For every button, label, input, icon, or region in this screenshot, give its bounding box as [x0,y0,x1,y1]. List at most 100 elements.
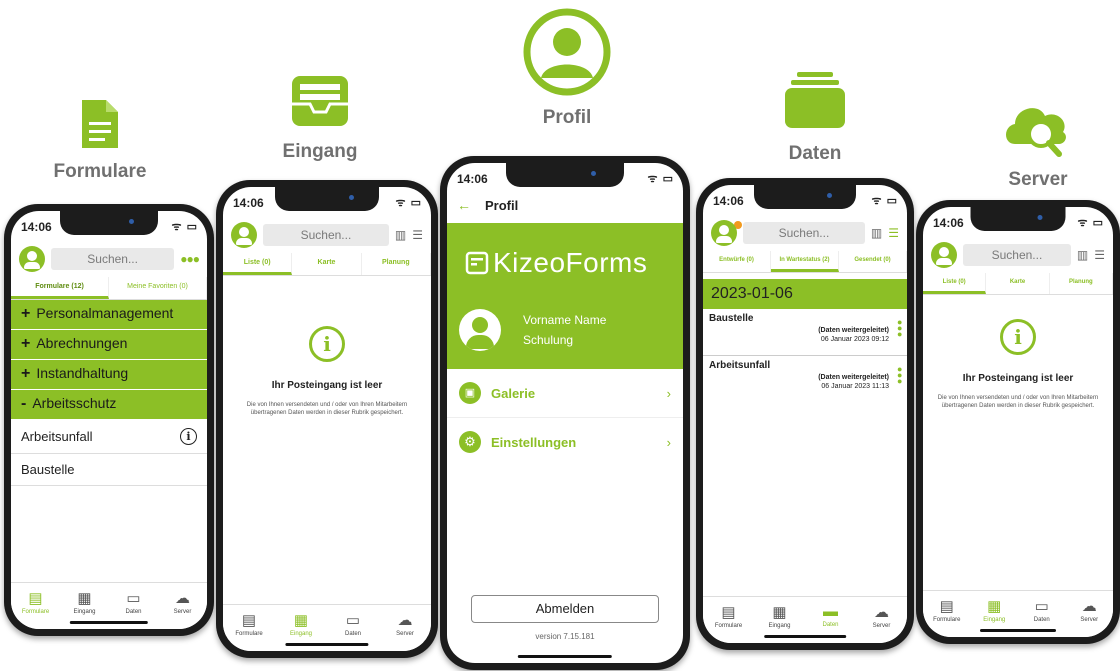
search-input[interactable]: Suchen... [963,244,1071,266]
entry-timestamp: 06 Januar 2023 11:13 [821,383,889,390]
notch [506,163,624,187]
screen-formulare: 14:06 ᯤ ▭ Suchen... ●●● Formulare (12) M… [11,211,207,629]
header-label: Server [1008,169,1068,190]
notch [60,211,158,235]
profil-header: ← Profil [447,193,683,217]
form-item-baustelle[interactable]: Baustelle [11,454,207,486]
search-input[interactable]: Suchen... [263,224,389,246]
screen-eingang: 14:06 ᯤ ▭ Suchen... ▥ ☰ Liste (0) Karte … [223,187,431,651]
tab-favorites[interactable]: Meine Favoriten (0) [109,277,207,299]
tab-formulare[interactable]: ▤ Formulare [223,605,275,651]
tab-planung[interactable]: Planung [1050,273,1113,294]
barcode-icon[interactable]: ▥ [395,228,406,242]
tab-formulare[interactable]: ▤ Formulare [923,591,971,637]
cloud-search-icon [1006,108,1066,157]
avatar[interactable] [19,246,45,272]
menu-galerie[interactable]: ▣ Galerie › [447,369,683,418]
phone-profil: 14:06 ᯤ ▭ ← Profil KizeoForms Vorname Na… [440,156,690,670]
more-dots-icon[interactable]: ●●● [180,252,200,266]
inbox-icon: ▦ [293,612,309,629]
date-group-header: 2023-01-06 [703,279,907,309]
home-indicator [980,629,1056,632]
tab-server[interactable]: ☁ Server [1066,591,1114,637]
page-title: Profil [485,197,519,213]
form-item-arbeitsunfall[interactable]: Arbeitsunfall i [11,420,207,454]
barcode-icon[interactable]: ▥ [1077,248,1088,262]
header-formulare: Formulare [40,98,160,183]
cloud-search-icon: ☁ [1081,598,1097,615]
avatar[interactable] [931,242,957,268]
status-time: 14:06 [21,220,52,234]
filter-icon[interactable]: ☰ [888,226,899,240]
status-time: 14:06 [457,172,488,186]
entry-status: (Daten weitergeleitet) [818,327,889,334]
barcode-icon[interactable]: ▥ [871,226,882,240]
wifi-battery-icon: ᯤ ▭ [1077,217,1104,229]
menu-einstellungen[interactable]: ⚙ Einstellungen › [447,418,683,466]
category-item[interactable]: + Instandhaltung [11,360,207,390]
data-entry[interactable]: Baustelle (Daten weitergeleitet) 06 Janu… [703,309,907,356]
profile-banner: KizeoForms Vorname Name Schulung [447,223,683,369]
tab-formulare[interactable]: ▤ Formulare [703,597,754,643]
tab-label: Eingang [768,623,791,629]
tab-server[interactable]: ☁ Server [158,583,207,629]
tab-label: Server [872,623,891,629]
document-icon: ▤ [241,612,257,629]
category-item[interactable]: + Abrechnungen [11,330,207,360]
tab-liste[interactable]: Liste (0) [223,253,293,275]
info-icon: i [1000,319,1036,355]
tab-karte[interactable]: Karte [292,253,362,275]
filter-icon[interactable]: ☰ [1094,248,1105,262]
tab-label: Formulare [21,609,50,615]
form-label: Arbeitsunfall [21,429,93,444]
header-label: Eingang [282,141,358,162]
tab-server[interactable]: ☁ Server [856,597,907,643]
tab-gesendet[interactable]: Gesendet (0) [839,251,907,272]
filter-icon[interactable]: ☰ [412,228,423,242]
expand-sign: + [21,305,31,322]
top-bar: Suchen... ▥ ☰ [923,237,1113,273]
chevron-right-icon: › [666,434,671,450]
notch [754,185,856,209]
status-time: 14:06 [933,216,964,230]
document-icon: ▤ [939,598,954,615]
screen-daten: 14:06 ᯤ ▭ Suchen... ▥ ☰ Entwürfe (0) In … [703,185,907,643]
tabs: Entwürfe (0) In Wartestatus (2) Gesendet… [703,251,907,273]
tab-wartestatus[interactable]: In Wartestatus (2) [771,251,839,272]
kebab-menu-icon[interactable]: ● ● ● [897,318,902,339]
search-input[interactable]: Suchen... [743,222,865,244]
logout-button[interactable]: Abmelden [471,595,659,623]
category-item[interactable]: - Arbeitsschutz [11,390,207,420]
user-group: Schulung [523,333,574,347]
collapse-sign: - [21,395,27,412]
tab-label: Eingang [73,609,96,615]
expand-sign: + [21,365,31,382]
category-list: + Personalmanagement + Abrechnungen + Insta… [11,300,207,420]
archive-icon: ▬ [823,603,838,620]
entry-name: Arbeitsunfall [709,360,771,371]
tab-entwuerfe[interactable]: Entwürfe (0) [703,251,771,272]
tab-formulare[interactable]: ▤ Formulare [11,583,60,629]
top-bar: Suchen... ▥ ☰ [223,217,431,253]
user-name: Vorname Name [523,313,607,327]
tab-karte[interactable]: Karte [986,273,1050,294]
tab-label: Server [1080,617,1099,623]
form-label: Baustelle [21,462,75,477]
avatar[interactable] [711,220,737,246]
kebab-menu-icon[interactable]: ● ● ● [897,365,902,386]
tab-liste[interactable]: Liste (0) [923,273,987,294]
tab-forms[interactable]: Formulare (12) [11,277,109,299]
tab-label: Server [396,631,414,637]
tab-server[interactable]: ☁ Server [379,605,431,651]
search-input[interactable]: Suchen... [51,248,175,270]
avatar[interactable] [231,222,257,248]
data-entry[interactable]: Arbeitsunfall (Daten weitergeleitet) 06 … [703,356,907,402]
phone-server: 14:06 ᯤ ▭ Suchen... ▥ ☰ Liste (0) Karte … [916,200,1120,644]
tab-planung[interactable]: Planung [362,253,431,275]
category-item[interactable]: + Personalmanagement [11,300,207,330]
info-icon[interactable]: i [180,428,197,445]
avatar-large [459,309,501,351]
kizeo-logo-icon [465,251,489,275]
tab-label: Daten [822,622,839,628]
back-arrow-icon[interactable]: ← [457,197,471,213]
